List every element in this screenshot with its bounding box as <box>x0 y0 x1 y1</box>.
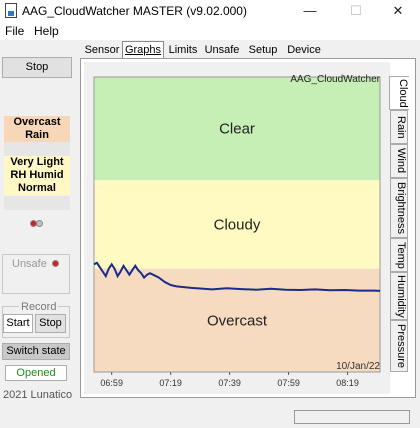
record-start-button[interactable]: Start <box>3 314 33 333</box>
zone-label-overcast: Overcast <box>207 312 268 329</box>
tab-setup[interactable]: Setup <box>246 42 280 58</box>
zone-label-clear: Clear <box>219 121 255 138</box>
side-tab-brightness[interactable]: Brightness <box>390 178 408 238</box>
copyright-text: 2021 Lunatico <box>3 389 73 401</box>
stop-button[interactable]: Stop <box>2 57 72 78</box>
chart-date: 10/Jan/22 <box>336 361 380 372</box>
status-cloud: Overcast <box>4 116 70 129</box>
tab-sensor[interactable]: Sensor <box>84 42 120 58</box>
maximize-button[interactable]: ☐ <box>334 0 378 22</box>
app-icon <box>5 3 17 18</box>
x-tick-label: 08:19 <box>336 378 359 388</box>
status-separator-2 <box>4 196 70 210</box>
tab-device[interactable]: Device <box>284 42 324 58</box>
menu-bar <box>0 22 420 40</box>
record-stop-button[interactable]: Stop <box>35 314 66 333</box>
chart-watermark: AAG_CloudWatcher <box>290 74 380 85</box>
status-rain: Rain <box>4 129 70 142</box>
status-led-grey-icon <box>36 220 43 227</box>
cloud-chart: Clear Cloudy Overcast AAG_CloudWatcher 10/… <box>93 74 381 388</box>
side-tab-cloud[interactable]: Cloud <box>389 76 409 110</box>
x-tick-label: 07:39 <box>218 378 241 388</box>
menu-file[interactable]: File <box>5 24 24 38</box>
tab-graphs[interactable]: Graphs <box>122 41 164 59</box>
unsafe-label: Unsafe <box>12 258 47 270</box>
side-tab-temp[interactable]: Temp <box>390 238 408 272</box>
unsafe-led-icon <box>52 260 59 267</box>
tab-unsafe[interactable]: Unsafe <box>202 42 242 58</box>
status-separator <box>4 142 70 156</box>
switch-state-button[interactable]: Switch state <box>2 343 70 360</box>
side-tab-rain[interactable]: Rain <box>390 110 408 144</box>
side-tab-wind[interactable]: Wind <box>390 144 408 178</box>
window-title: AAG_CloudWatcher MASTER (v9.02.000) <box>22 4 247 18</box>
record-label: Record <box>19 301 59 313</box>
opened-status: Opened <box>5 365 67 381</box>
side-tab-humidity[interactable]: Humidity <box>390 272 408 320</box>
minimize-button[interactable]: — <box>288 0 332 22</box>
close-button[interactable]: ✕ <box>376 0 420 22</box>
status-panel: Overcast Rain Very Light RH Humid Normal <box>2 110 70 244</box>
menu-help[interactable]: Help <box>34 24 59 38</box>
x-tick-label: 07:19 <box>159 378 182 388</box>
x-tick-label: 07:59 <box>277 378 300 388</box>
status-daylight: Very Light <box>4 156 70 169</box>
x-tick-label: 06:59 <box>100 378 123 388</box>
status-humidity: RH Humid <box>4 169 70 182</box>
tab-limits[interactable]: Limits <box>166 42 200 58</box>
statusbar-field <box>294 410 410 424</box>
status-pressure: Normal <box>4 182 70 195</box>
zone-label-cloudy: Cloudy <box>214 217 261 234</box>
side-tab-pressure[interactable]: Pressure <box>390 320 408 372</box>
